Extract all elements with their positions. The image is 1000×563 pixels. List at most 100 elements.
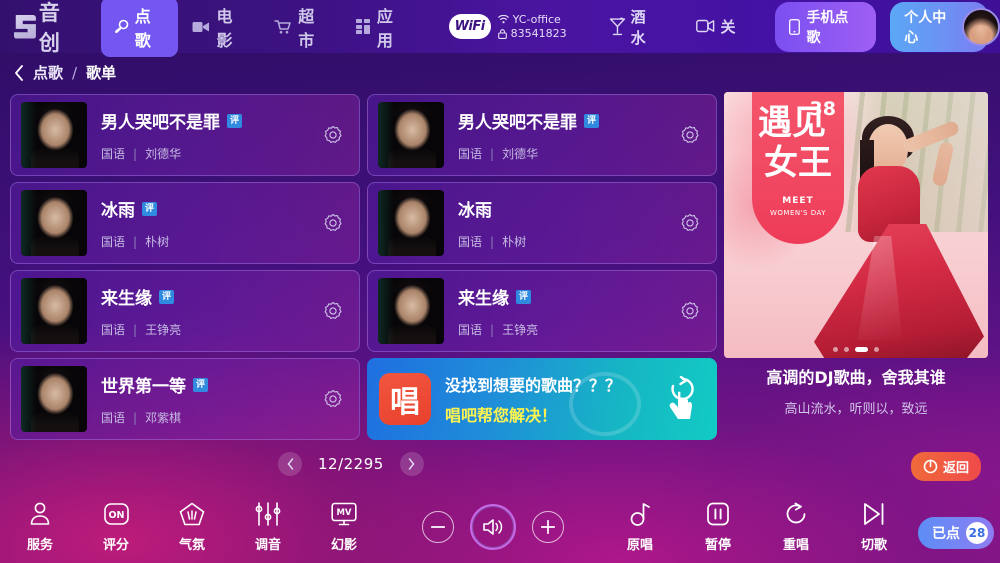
speaker-icon [483, 519, 503, 535]
meta-divider: | [133, 234, 138, 249]
gear-icon[interactable] [323, 389, 343, 409]
queue-label: 已点 [932, 526, 960, 542]
gear-icon[interactable] [680, 213, 700, 233]
song-thumbnail [378, 102, 444, 168]
song-artist: 王铮亮 [502, 323, 539, 337]
gear-icon[interactable] [680, 125, 700, 145]
carousel-dot-active[interactable] [855, 347, 868, 352]
tap-hand-icon [669, 376, 694, 419]
song-title-row: 世界第一等 评 [101, 372, 209, 397]
tool-next-song[interactable]: 切歌 [846, 501, 902, 553]
shopping-cart-icon [274, 19, 292, 35]
poster-caption: 高调的DJ歌曲，舍我其谁 高山流水，听则以，致远 [724, 364, 988, 417]
song-row[interactable]: 来生缘 评 国语 | 王铮亮 [367, 270, 717, 352]
song-title: 来生缘 [101, 289, 152, 309]
song-title-row: 男人哭吧不是罪 评 [458, 108, 600, 133]
nav-item-apps[interactable]: 应用 [344, 0, 421, 57]
song-artist: 朴树 [145, 235, 170, 249]
poster-banner: 38 遇见 女王 MEET WOMEN'S DAY [752, 92, 844, 244]
song-meta: 国语 | 王铮亮 [458, 321, 538, 338]
volume-down-button[interactable] [422, 511, 454, 543]
song-row[interactable]: 世界第一等 评 国语 | 邓紫棋 [10, 358, 360, 440]
screen-off-icon [696, 19, 715, 33]
nav-item-song-selection[interactable]: 点歌 [100, 0, 179, 57]
tool-original-vocal[interactable]: 原唱 [612, 501, 668, 553]
song-language: 国语 [458, 147, 483, 161]
tool-service[interactable]: 服务 [12, 501, 68, 553]
song-info: 冰雨 国语 | 朴树 [458, 196, 526, 250]
promo-text: 没找到想要的歌曲？？？ 唱吧帮您解决！ [445, 372, 621, 426]
power-off-button[interactable]: 关 [696, 16, 735, 37]
queue-badge[interactable]: 已点 28 [918, 517, 994, 549]
song-title-row: 男人哭吧不是罪 评 [101, 108, 243, 133]
cocktail-glass-icon [609, 17, 625, 36]
carousel-dot[interactable] [833, 347, 838, 352]
mobile-phone-icon [789, 18, 801, 35]
meta-divider: | [490, 146, 495, 161]
tool-replay[interactable]: 重唱 [768, 501, 824, 553]
volume-speaker-button[interactable] [470, 504, 516, 550]
back-button-label: 返回 [943, 461, 970, 476]
power-off-label: 关 [720, 18, 736, 36]
promo-poster[interactable]: 38 遇见 女王 MEET WOMEN'S DAY [724, 92, 988, 358]
avatar[interactable] [962, 7, 1000, 46]
phone-order-label: 手机点歌 [806, 9, 849, 46]
breadcrumb-item-song-selection[interactable]: 点歌 [33, 62, 63, 83]
chevron-left-icon[interactable] [14, 64, 24, 81]
tool-atmosphere[interactable]: 气氛 [164, 501, 220, 553]
back-circle-icon [923, 459, 938, 474]
nav-label-song-selection: 点歌 [134, 6, 151, 50]
breadcrumb-separator: / [72, 63, 78, 82]
song-language: 国语 [101, 235, 126, 249]
back-button[interactable]: 返回 [911, 452, 982, 481]
phone-order-button[interactable]: 手机点歌 [775, 1, 877, 52]
wifi-password: 83541823 [510, 27, 567, 40]
gear-icon[interactable] [680, 301, 700, 321]
song-row[interactable]: 来生缘 评 国语 | 王铮亮 [10, 270, 360, 352]
queue-count: 28 [966, 522, 988, 544]
song-row[interactable]: 男人哭吧不是罪 评 国语 | 刘德华 [10, 94, 360, 176]
breadcrumb-item-playlist: 歌单 [86, 64, 117, 82]
volume-controls [422, 504, 564, 550]
gear-icon[interactable] [323, 125, 343, 145]
song-language: 国语 [458, 235, 483, 249]
gear-icon[interactable] [323, 301, 343, 321]
wifi-password-line: 83541823 [497, 27, 567, 40]
carousel-dots [724, 347, 988, 352]
song-row[interactable]: 冰雨 评 国语 | 朴树 [10, 182, 360, 264]
gear-icon[interactable] [323, 213, 343, 233]
tool-pause[interactable]: 暂停 [690, 501, 746, 553]
poster-english-2: WOMEN'S DAY [769, 209, 826, 217]
nav-item-supermarket[interactable]: 超市 [262, 0, 342, 57]
lock-icon [497, 28, 507, 39]
song-title-row: 来生缘 评 [458, 284, 538, 309]
poster-headline-2: 女王 [764, 143, 832, 183]
wifi-ssid: YC-office [512, 13, 561, 26]
carousel-dot[interactable] [844, 347, 849, 352]
promo-banner[interactable]: 唱 没找到想要的歌曲？？？ 唱吧帮您解决！ [367, 358, 717, 440]
wifi-status[interactable]: WiFi YC-office 83541823 [448, 13, 567, 40]
drinks-button[interactable]: 酒水 [609, 6, 661, 48]
pause-icon [707, 501, 729, 527]
song-badge: 评 [193, 377, 209, 392]
tool-scoring[interactable]: ON 评分 [88, 501, 144, 553]
song-list: 男人哭吧不是罪 评 国语 | 刘德华 男人哭吧不是罪 评 国语 | 刘德华 冰雨… [10, 94, 718, 440]
nav-item-movie[interactable]: 电影 [180, 0, 260, 57]
song-title: 世界第一等 [101, 377, 186, 397]
song-row[interactable]: 冰雨 国语 | 朴树 [367, 182, 717, 264]
carousel-dot[interactable] [874, 347, 879, 352]
tool-tuning[interactable]: 调音 [240, 501, 296, 553]
pagination-next-button[interactable] [399, 452, 424, 476]
song-row[interactable]: 男人哭吧不是罪 评 国语 | 刘德华 [367, 94, 717, 176]
apps-grid-icon [355, 19, 371, 34]
pagination-prev-button[interactable] [278, 452, 302, 476]
tool-mv[interactable]: MV 幻影 [316, 501, 372, 553]
song-artist: 邓紫棋 [145, 411, 182, 425]
tool-next-song-label: 切歌 [860, 538, 887, 553]
promo-line-1: 没找到想要的歌曲？？？ [445, 376, 622, 395]
song-title: 冰雨 [101, 201, 135, 221]
tool-scoring-label: 评分 [102, 538, 129, 553]
app-logo[interactable]: 音创 [14, 0, 83, 57]
volume-up-button[interactable] [532, 511, 564, 543]
meta-divider: | [490, 234, 495, 249]
